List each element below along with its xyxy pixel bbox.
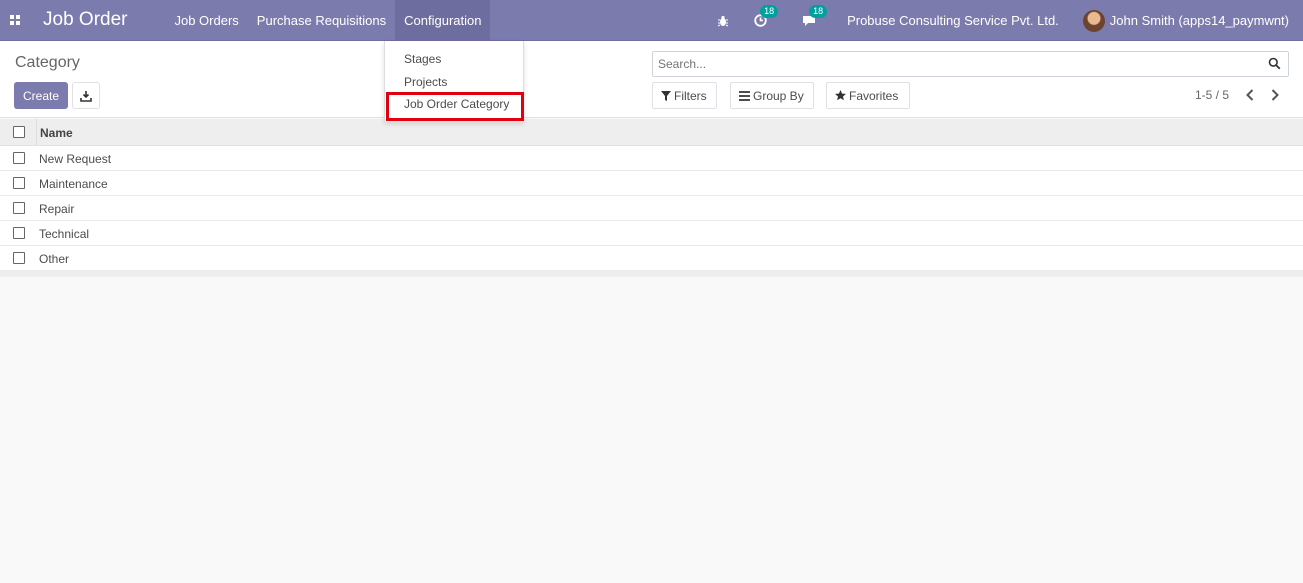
avatar <box>1082 9 1105 32</box>
user-menu[interactable]: John Smith (apps14_paymwnt) <box>1082 9 1289 32</box>
row-name: Technical <box>39 227 90 241</box>
company-switcher[interactable]: Probuse Consulting Service Pvt. Ltd. <box>847 13 1059 28</box>
select-all-checkbox[interactable] <box>13 126 25 138</box>
user-name: John Smith (apps14_paymwnt) <box>1109 13 1289 28</box>
row-checkbox[interactable] <box>13 252 25 264</box>
messages-badge: 18 <box>809 4 828 18</box>
menu-job-orders[interactable]: Job Orders <box>165 0 247 41</box>
row-name: New Request <box>39 152 112 166</box>
table-row[interactable]: New Request <box>0 146 1303 171</box>
filters-label: Filters <box>674 88 707 103</box>
list-view: Name New Request Maintenance Repair Tech… <box>0 119 1303 277</box>
column-header-name[interactable]: Name <box>40 126 73 140</box>
bars-icon <box>739 90 750 101</box>
messages-chat-icon[interactable]: 18 <box>802 4 828 28</box>
group-by-button[interactable]: Group By <box>730 82 814 109</box>
row-name: Other <box>39 252 70 266</box>
top-navbar: Job Order Job Orders Purchase Requisitio… <box>0 0 1303 41</box>
app-brand[interactable]: Job Order <box>43 9 127 31</box>
pager-value[interactable]: 1-5 / 5 <box>1195 88 1229 102</box>
list-header: Name <box>0 119 1303 146</box>
systray: 18 18 Probuse Consulting Service Pvt. Lt… <box>707 0 1303 41</box>
search-input[interactable] <box>653 52 1253 76</box>
menu-configuration[interactable]: Configuration <box>395 0 491 41</box>
table-row[interactable]: Repair <box>0 196 1303 221</box>
row-checkbox[interactable] <box>13 227 25 239</box>
pager-previous-icon[interactable] <box>1243 88 1257 102</box>
row-checkbox[interactable] <box>13 152 25 164</box>
download-icon <box>80 90 92 102</box>
dropdown-item-stages[interactable]: Stages <box>404 52 441 66</box>
create-button[interactable]: Create <box>14 82 68 109</box>
search-icon[interactable] <box>1268 57 1281 73</box>
star-icon <box>835 90 846 101</box>
bug-icon[interactable] <box>716 14 730 28</box>
search-bar <box>652 51 1289 77</box>
favorites-label: Favorites <box>849 88 899 103</box>
dropdown-item-projects[interactable]: Projects <box>404 75 447 89</box>
highlight-box <box>386 92 524 121</box>
export-button[interactable] <box>72 82 100 109</box>
group-by-label: Group By <box>753 88 804 103</box>
filters-button[interactable]: Filters <box>652 82 717 109</box>
menu-purchase-requisitions[interactable]: Purchase Requisitions <box>248 0 395 41</box>
filter-icon <box>661 90 671 101</box>
apps-menu-icon[interactable] <box>0 0 30 41</box>
control-panel: Category Create Filters Group By Favorit… <box>0 41 1303 118</box>
row-checkbox[interactable] <box>13 177 25 189</box>
breadcrumb: Category <box>15 54 80 71</box>
table-row[interactable]: Other <box>0 246 1303 271</box>
row-checkbox[interactable] <box>13 202 25 214</box>
activity-clock-icon[interactable]: 18 <box>753 4 779 28</box>
row-name: Repair <box>39 202 75 216</box>
pager-next-icon[interactable] <box>1268 88 1282 102</box>
table-row[interactable]: Technical <box>0 221 1303 246</box>
activity-badge: 18 <box>760 4 779 18</box>
favorites-button[interactable]: Favorites <box>826 82 910 109</box>
row-name: Maintenance <box>39 177 108 191</box>
table-row[interactable]: Maintenance <box>0 171 1303 196</box>
list-footer <box>0 271 1303 277</box>
